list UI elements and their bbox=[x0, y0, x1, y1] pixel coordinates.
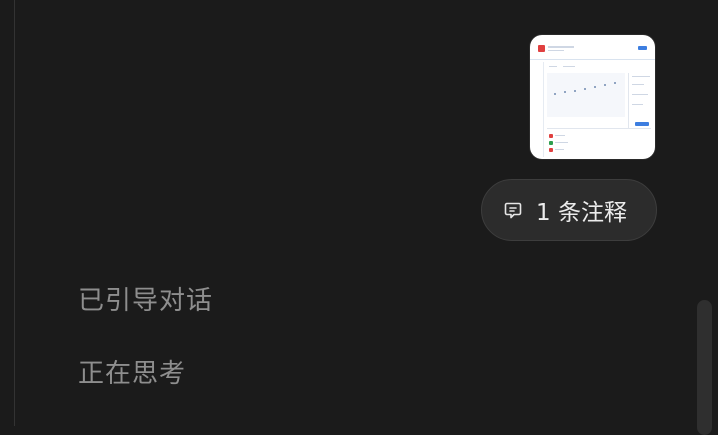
thumbnail-chart-point bbox=[614, 82, 616, 84]
thumbnail-chart-point bbox=[574, 90, 576, 92]
thumbnail-list-divider bbox=[547, 128, 651, 129]
thumbnail-list-icon bbox=[549, 134, 553, 138]
thumbnail-list-line bbox=[555, 142, 568, 143]
thumbnail-list-icon bbox=[549, 148, 553, 152]
scrollbar-thumb[interactable] bbox=[697, 300, 712, 435]
thumbnail-chart-point bbox=[584, 88, 586, 90]
thumbnail-chart-point bbox=[594, 86, 596, 88]
thumbnail-title-line bbox=[548, 46, 574, 48]
thumbnail-panel-divider bbox=[628, 73, 629, 128]
status-guided-conversation: 已引导对话 bbox=[78, 286, 214, 316]
annotation-count-label: 1 条注释 bbox=[536, 200, 627, 226]
thumbnail-subtitle-line bbox=[548, 50, 564, 51]
thumbnail-action-button bbox=[638, 46, 647, 50]
thumbnail-panel-line bbox=[632, 104, 643, 105]
thumbnail-chart-point bbox=[564, 91, 566, 93]
thumbnail-chart-point bbox=[604, 84, 606, 86]
thumbnail-chart-point bbox=[554, 93, 556, 95]
thumbnail-panel-line bbox=[632, 76, 650, 77]
thumbnail-tab bbox=[549, 66, 557, 67]
thumbnail-panel-button bbox=[635, 122, 649, 126]
thumbnail-sidebar-border bbox=[543, 62, 544, 157]
thumbnail-list-icon bbox=[549, 141, 553, 145]
screenshot-thumbnail[interactable] bbox=[530, 35, 655, 159]
thumbnail-list-line bbox=[555, 135, 565, 136]
thumbnail-list-line bbox=[555, 149, 564, 150]
thumbnail-panel-line bbox=[632, 94, 648, 95]
annotation-count-button[interactable]: 1 条注释 bbox=[481, 179, 657, 241]
thumbnail-divider bbox=[530, 59, 655, 60]
left-panel-border bbox=[0, 0, 15, 426]
thumbnail-tab bbox=[563, 66, 575, 67]
thumbnail-panel-line bbox=[632, 84, 644, 85]
status-thinking: 正在思考 bbox=[78, 359, 187, 389]
thumbnail-logo-icon bbox=[538, 45, 545, 52]
comment-icon bbox=[502, 199, 524, 221]
thumbnail-chart-area bbox=[547, 73, 625, 117]
